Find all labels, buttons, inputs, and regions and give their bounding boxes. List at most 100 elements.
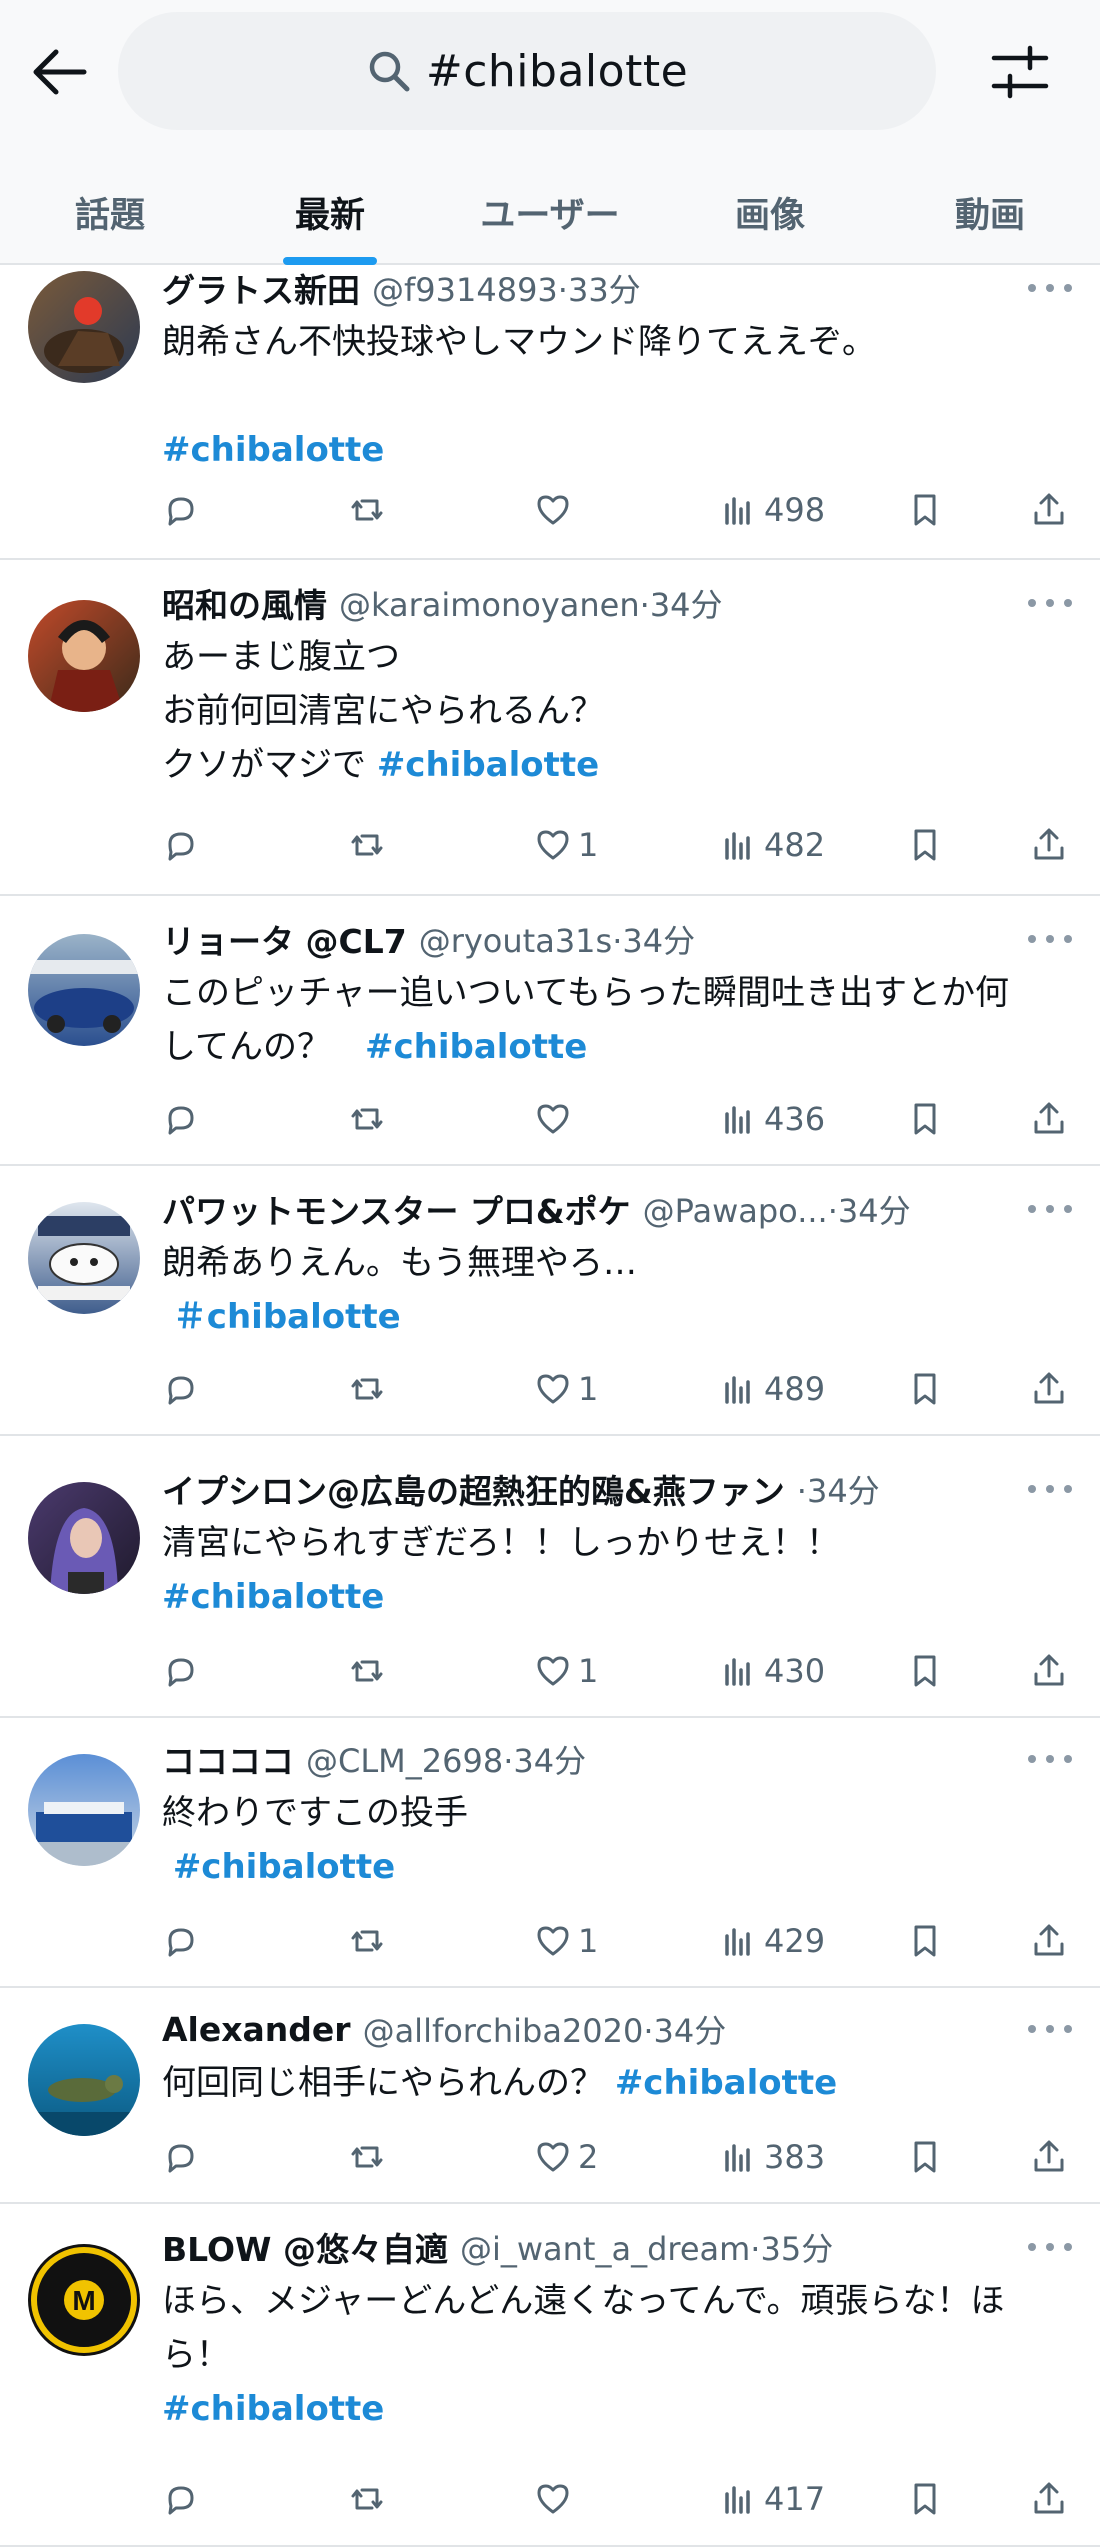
search-input[interactable]: #chibalotte — [118, 12, 936, 130]
author-name[interactable]: 昭和の風情 — [162, 579, 327, 627]
bookmark-button[interactable] — [906, 1094, 944, 1144]
bookmark-button[interactable] — [906, 1916, 944, 1966]
tweet-item[interactable]: リョータ @CL7 @ryouta31s·34分 このピッチャー追いついてもらった瞬… — [0, 896, 1100, 1166]
more-options-icon[interactable] — [1028, 2014, 1072, 2044]
views-button[interactable]: 430 — [720, 1646, 825, 1696]
reply-button[interactable] — [162, 2474, 200, 2524]
like-button[interactable]: 1 — [534, 1646, 598, 1696]
author-name[interactable]: パワットモンスター プロ&ポケ — [162, 1185, 631, 1233]
avatar[interactable]: M — [28, 2244, 140, 2356]
share-button[interactable] — [1030, 485, 1068, 535]
tweet-item[interactable]: パワットモンスター プロ&ポケ @Pawapo...·34分 朗希ありえん。もう無理… — [0, 1166, 1100, 1436]
reply-button[interactable] — [162, 485, 200, 535]
like-button[interactable]: 1 — [534, 1364, 598, 1414]
tab-latest[interactable]: 最新 — [220, 160, 440, 265]
heart-icon — [537, 1656, 569, 1686]
hashtag-link[interactable]: #chibalotte — [615, 2063, 837, 2103]
views-button[interactable]: 489 — [720, 1364, 825, 1414]
tweet-item[interactable]: M BLOW @悠々自適 @i_want_a_dream·35分 ほら、メジャーどんど… — [0, 2204, 1100, 2547]
avatar[interactable] — [28, 2024, 140, 2136]
retweet-button[interactable] — [348, 1916, 386, 1966]
retweet-button[interactable] — [348, 1646, 386, 1696]
author-name[interactable]: BLOW @悠々自適 — [162, 2223, 448, 2271]
reply-icon — [168, 1928, 194, 1957]
tab-videos[interactable]: 動画 — [880, 160, 1100, 265]
like-button[interactable]: 1 — [534, 1916, 598, 1966]
retweet-button[interactable] — [348, 485, 386, 535]
views-button[interactable]: 383 — [720, 2132, 825, 2182]
tweet-item[interactable]: ココココ @CLM_2698·34分 終わりですこの投手 #chibalotte 1 4… — [0, 1718, 1100, 1988]
author-name[interactable]: ココココ — [162, 1735, 294, 1783]
reply-button[interactable] — [162, 1916, 200, 1966]
views-button[interactable]: 429 — [720, 1916, 825, 1966]
retweet-button[interactable] — [348, 820, 386, 870]
bookmark-button[interactable] — [906, 2132, 944, 2182]
reply-button[interactable] — [162, 820, 200, 870]
tab-images[interactable]: 画像 — [660, 160, 880, 265]
bookmark-button[interactable] — [906, 820, 944, 870]
more-options-icon[interactable] — [1028, 1194, 1072, 1224]
bookmark-button[interactable] — [906, 1646, 944, 1696]
reply-button[interactable] — [162, 1364, 200, 1414]
tweet-item[interactable]: 昭和の風情 @karaimonoyanen·34分 あーまじ腹立つ お前何回清宮にやら… — [0, 560, 1100, 896]
author-name[interactable]: グラトス新田 — [162, 264, 360, 312]
views-button[interactable]: 436 — [720, 1094, 825, 1144]
search-filter-button[interactable] — [984, 36, 1056, 108]
like-button[interactable] — [534, 485, 572, 535]
like-button[interactable]: 1 — [534, 820, 598, 870]
share-button[interactable] — [1030, 1094, 1068, 1144]
avatar[interactable] — [28, 600, 140, 712]
bookmark-button[interactable] — [906, 1364, 944, 1414]
like-button[interactable] — [534, 1094, 572, 1144]
author-name[interactable]: イプシロン@広島の超熱狂的鴎&燕ファン — [162, 1465, 785, 1513]
avatar[interactable] — [28, 934, 140, 1046]
share-button[interactable] — [1030, 820, 1068, 870]
tweet-item[interactable]: イプシロン@広島の超熱狂的鴎&燕ファン ·34分 清宮にやられすぎだろ！！しっかりせ… — [0, 1436, 1100, 1718]
retweet-button[interactable] — [348, 1364, 386, 1414]
like-button[interactable] — [534, 2474, 572, 2524]
reply-button[interactable] — [162, 1094, 200, 1144]
avatar[interactable] — [28, 1482, 140, 1594]
more-options-icon[interactable] — [1028, 924, 1072, 954]
bookmark-button[interactable] — [906, 2474, 944, 2524]
hashtag-link[interactable]: #chibalotte — [162, 430, 384, 470]
avatar[interactable] — [28, 1202, 140, 1314]
back-button[interactable] — [28, 40, 92, 104]
retweet-button[interactable] — [348, 2474, 386, 2524]
avatar[interactable] — [28, 1754, 140, 1866]
hashtag-link[interactable]: #chibalotte — [162, 2389, 384, 2429]
more-options-icon[interactable] — [1028, 588, 1072, 618]
views-button[interactable]: 498 — [720, 485, 825, 535]
share-button[interactable] — [1030, 2474, 1068, 2524]
more-options-icon[interactable] — [1028, 273, 1072, 303]
tweet-item[interactable]: グラトス新田 @f9314893·33分 朗希さん不快投球やしマウンド降りてええぞ。… — [0, 263, 1100, 560]
share-button[interactable] — [1030, 2132, 1068, 2182]
more-options-icon[interactable] — [1028, 1474, 1072, 1504]
more-options-icon[interactable] — [1028, 2232, 1072, 2262]
bookmark-button[interactable] — [906, 485, 944, 535]
author-name[interactable]: Alexander — [162, 2010, 351, 2049]
hashtag-link[interactable]: #chibalotte — [365, 1027, 587, 1067]
avatar[interactable] — [28, 271, 140, 383]
author-name[interactable]: リョータ @CL7 — [162, 915, 407, 963]
views-count: 429 — [764, 1922, 826, 1960]
like-count: 1 — [578, 1370, 599, 1408]
retweet-button[interactable] — [348, 2132, 386, 2182]
share-button[interactable] — [1030, 1646, 1068, 1696]
hashtag-link[interactable]: #chibalotte — [377, 745, 599, 785]
views-button[interactable]: 417 — [720, 2474, 825, 2524]
share-button[interactable] — [1030, 1916, 1068, 1966]
hashtag-link[interactable]: #chibalotte — [162, 1577, 384, 1617]
more-options-icon[interactable] — [1028, 1744, 1072, 1774]
share-button[interactable] — [1030, 1364, 1068, 1414]
reply-button[interactable] — [162, 2132, 200, 2182]
retweet-button[interactable] — [348, 1094, 386, 1144]
tweet-item[interactable]: Alexander @allforchiba2020·34分 何回同じ相手にやられん… — [0, 1988, 1100, 2204]
hashtag-link[interactable]: #chibalotte — [173, 1847, 395, 1887]
reply-button[interactable] — [162, 1646, 200, 1696]
hashtag-link[interactable]: ＃chibalotte — [173, 1297, 401, 1337]
tab-trending[interactable]: 話題 — [0, 160, 220, 265]
like-button[interactable]: 2 — [534, 2132, 598, 2182]
tab-users[interactable]: ユーザー — [440, 160, 660, 265]
views-button[interactable]: 482 — [720, 820, 825, 870]
